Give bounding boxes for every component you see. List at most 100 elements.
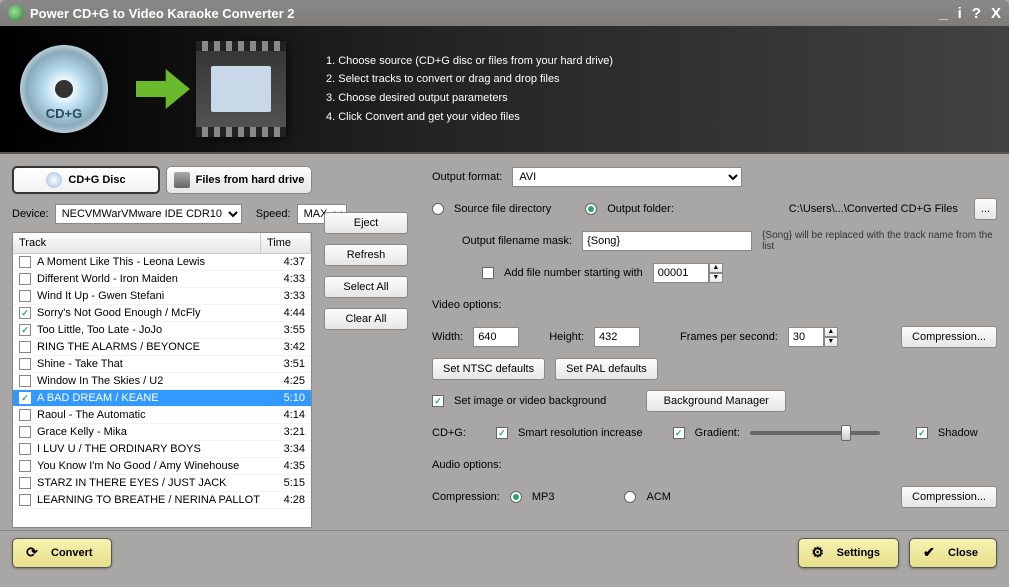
close-window-button[interactable]: X xyxy=(991,5,1001,22)
track-checkbox[interactable] xyxy=(19,494,31,506)
track-time: 4:44 xyxy=(267,307,305,319)
track-list[interactable]: Track Time A Moment Like This - Leona Le… xyxy=(12,232,312,528)
info-button[interactable]: i xyxy=(958,5,962,22)
output-format-select[interactable]: AVI xyxy=(512,167,742,187)
track-row[interactable]: STARZ IN THERE EYES / JUST JACK5:15 xyxy=(13,475,311,492)
track-name: You Know I'm No Good / Amy Winehouse xyxy=(37,460,267,472)
track-checkbox[interactable] xyxy=(19,273,31,285)
clear-all-button[interactable]: Clear All xyxy=(324,308,408,330)
fps-down[interactable]: ▼ xyxy=(824,337,838,347)
height-input[interactable] xyxy=(594,327,640,347)
minimize-button[interactable]: _ xyxy=(939,5,947,22)
filename-mask-label: Output filename mask: xyxy=(462,235,572,247)
track-list-header: Track Time xyxy=(13,233,311,254)
eject-button[interactable]: Eject xyxy=(324,212,408,234)
speed-label: Speed: xyxy=(256,208,291,220)
gradient-slider[interactable] xyxy=(750,431,880,435)
track-row[interactable]: Raoul - The Automatic4:14 xyxy=(13,407,311,424)
track-row[interactable]: LEARNING TO BREATHE / NERINA PALLOT4:28 xyxy=(13,492,311,509)
close-button[interactable]: ✔ Close xyxy=(909,538,997,568)
source-dir-radio[interactable] xyxy=(432,203,444,215)
track-time: 3:55 xyxy=(267,324,305,336)
add-file-number-checkbox[interactable] xyxy=(482,267,494,279)
fps-input[interactable] xyxy=(788,327,824,347)
mp3-radio[interactable] xyxy=(510,491,522,503)
shadow-checkbox[interactable] xyxy=(916,427,928,439)
settings-button[interactable]: ⚙ Settings xyxy=(798,538,899,568)
gear-icon: ⚙ xyxy=(809,544,827,562)
track-row[interactable]: Different World - Iron Maiden4:33 xyxy=(13,271,311,288)
time-column-header[interactable]: Time xyxy=(261,233,311,253)
track-name: Shine - Take That xyxy=(37,358,267,370)
pal-defaults-button[interactable]: Set PAL defaults xyxy=(555,358,658,380)
width-input[interactable] xyxy=(473,327,519,347)
track-checkbox[interactable] xyxy=(19,256,31,268)
track-time: 4:28 xyxy=(267,494,305,506)
file-number-input[interactable] xyxy=(653,263,709,283)
track-row[interactable]: A Moment Like This - Leona Lewis4:37 xyxy=(13,254,311,271)
track-row[interactable]: RING THE ALARMS / BEYONCE3:42 xyxy=(13,339,311,356)
fps-label: Frames per second: xyxy=(680,331,778,343)
instructions: 1. Choose source (CD+G disc or files fro… xyxy=(326,52,613,127)
track-checkbox[interactable] xyxy=(19,477,31,489)
refresh-button[interactable]: Refresh xyxy=(324,244,408,266)
files-source-button[interactable]: Files from hard drive xyxy=(166,166,312,194)
track-row[interactable]: ✓A BAD DREAM / KEANE5:10 xyxy=(13,390,311,407)
smart-resolution-label: Smart resolution increase xyxy=(518,427,643,439)
track-time: 3:42 xyxy=(267,341,305,353)
filename-mask-input[interactable] xyxy=(582,231,752,251)
track-checkbox[interactable]: ✓ xyxy=(19,307,31,319)
track-row[interactable]: You Know I'm No Good / Amy Winehouse4:35 xyxy=(13,458,311,475)
track-checkbox[interactable] xyxy=(19,375,31,387)
help-button[interactable]: ? xyxy=(972,5,981,22)
track-row[interactable]: I LUV U / THE ORDINARY BOYS3:34 xyxy=(13,441,311,458)
track-checkbox[interactable] xyxy=(19,341,31,353)
track-checkbox[interactable] xyxy=(19,409,31,421)
track-row[interactable]: ✓ Too Little, Too Late - JoJo3:55 xyxy=(13,322,311,339)
track-checkbox[interactable]: ✓ xyxy=(19,392,31,404)
track-row[interactable]: Grace Kelly - Mika3:21 xyxy=(13,424,311,441)
video-compression-button[interactable]: Compression... xyxy=(901,326,997,348)
acm-radio[interactable] xyxy=(624,491,636,503)
track-row[interactable]: ✓ Sorry's Not Good Enough / McFly4:44 xyxy=(13,305,311,322)
track-checkbox[interactable] xyxy=(19,358,31,370)
set-background-label: Set image or video background xyxy=(454,395,606,407)
track-checkbox[interactable] xyxy=(19,290,31,302)
select-all-button[interactable]: Select All xyxy=(324,276,408,298)
ntsc-defaults-button[interactable]: Set NTSC defaults xyxy=(432,358,545,380)
audio-options-label: Audio options: xyxy=(432,459,502,471)
track-checkbox[interactable] xyxy=(19,443,31,455)
smart-resolution-checkbox[interactable] xyxy=(496,427,508,439)
device-select[interactable]: NECVMWarVMware IDE CDR10 xyxy=(55,204,242,224)
track-checkbox[interactable]: ✓ xyxy=(19,324,31,336)
track-time: 3:21 xyxy=(267,426,305,438)
output-folder-radio[interactable] xyxy=(585,203,597,215)
gradient-slider-thumb[interactable] xyxy=(841,425,851,441)
gradient-checkbox[interactable] xyxy=(673,427,685,439)
height-label: Height: xyxy=(549,331,584,343)
track-row[interactable]: Wind It Up - Gwen Stefani3:33 xyxy=(13,288,311,305)
set-background-checkbox[interactable] xyxy=(432,395,444,407)
cdg-label: CD+G: xyxy=(432,427,466,439)
file-number-down[interactable]: ▼ xyxy=(709,273,723,283)
background-manager-button[interactable]: Background Manager xyxy=(646,390,786,412)
track-row[interactable]: Shine - Take That3:51 xyxy=(13,356,311,373)
gradient-label: Gradient: xyxy=(695,427,740,439)
audio-compression-button[interactable]: Compression... xyxy=(901,486,997,508)
fps-up[interactable]: ▲ xyxy=(824,327,838,337)
browse-folder-button[interactable]: ... xyxy=(974,198,997,220)
device-label: Device: xyxy=(12,208,49,220)
disc-icon xyxy=(46,172,62,188)
track-checkbox[interactable] xyxy=(19,460,31,472)
cdg-disc-source-button[interactable]: CD+G Disc xyxy=(12,166,160,194)
title-bar: Power CD+G to Video Karaoke Converter 2 … xyxy=(0,0,1009,26)
track-name: Too Little, Too Late - JoJo xyxy=(37,324,267,336)
track-name: Sorry's Not Good Enough / McFly xyxy=(37,307,267,319)
convert-button[interactable]: ⟳ Convert xyxy=(12,538,112,568)
track-checkbox[interactable] xyxy=(19,426,31,438)
track-column-header[interactable]: Track xyxy=(13,233,261,253)
file-number-up[interactable]: ▲ xyxy=(709,263,723,273)
track-name: Different World - Iron Maiden xyxy=(37,273,267,285)
arrow-icon xyxy=(136,69,190,109)
track-row[interactable]: Window In The Skies / U24:25 xyxy=(13,373,311,390)
